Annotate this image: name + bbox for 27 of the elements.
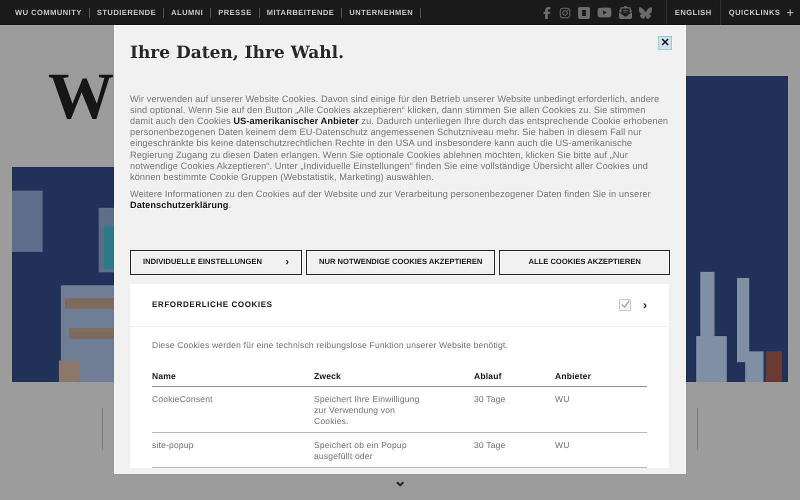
mail-icon[interactable] [618,6,632,19]
section-description: Diese Cookies werden für eine technisch reibungslose Funktion unserer Website benötigt. [152,338,510,352]
column-header: Anbieter [555,370,647,387]
table-cell-text: Speichert ob ein Popup ausgefüllt oder [314,440,408,462]
facebook-icon[interactable] [542,6,552,18]
column-header: Name [152,370,314,387]
table-cell-text: WU [555,394,571,406]
dialog-text: Weitere Informationen zu den Cookies auf der Website und zur Verarbeitung personenbezogener Daten finden Sie in unserer Datenschutzerklärung. [130,189,652,212]
column-header: Zweck [314,370,474,387]
instagram-icon[interactable] [558,6,571,18]
plus-icon[interactable]: + [780,6,800,19]
close-button[interactable]: ✕ [658,36,672,50]
logo: W [48,64,110,130]
table-cell-text: site-popup [152,440,195,452]
table-cell-text: WU [555,440,571,452]
table-cell-text: 30 Tage [474,440,506,452]
table-cell-text: Speichert Ihre Einwilligung zur Verwendung von Cookies. [314,394,421,428]
dialog-title: Ihre Daten, Ihre Wahl. [130,42,344,65]
youtube-icon[interactable] [596,6,612,19]
scroll-down-chevron[interactable]: ⌄ [394,474,406,500]
square-icon[interactable] [578,6,590,18]
column-header: Ablauf [474,370,555,387]
dialog-text: Wir verwenden auf unserer Website Cookies. Davon sind einige für den Betrieb unserer Website unbedingt erforderlich, andere sind optional. Wenn Sie auf den Button „Alle Cookies akzeptieren“ klicken, dann stimmen Sie allen Cookies zu. Sie stimmen damit auch den Cookies US-amerikanischer Anbieter zu. Dadurch unterliegen Ihre durch das entsprechende Cookie erhobenen personenbezogenen Daten keinem dem EU-Datenschutz angemessenen Schutzniveau mehr. Sie haben in diesem Fall nur eingeschränkte bis keine datenschutzrechtlichen Rechte in den USA und insbesondere kann auch die US-amerikanische Regierung Zugang zu diesen Daten erlangen. Wenn Sie optionale Cookies ablehnen möchten, klicken Sie bitte auf „Nur notwendige Cookies Akzeptieren“. Unter „Individuelle Einstellungen“ finden Sie eine vollständige Übersicht aller Cookies und können bestimmte Cookie Gruppen (Webstatistik, Marketing) auswählen. [130,94,670,184]
table-cell-text: 30 Tage [474,394,506,406]
section-title: ERFORDERLICHE COOKIES [152,298,273,311]
table-cell-text: CookieConsent [152,394,214,406]
butterfly-icon[interactable] [638,6,652,18]
